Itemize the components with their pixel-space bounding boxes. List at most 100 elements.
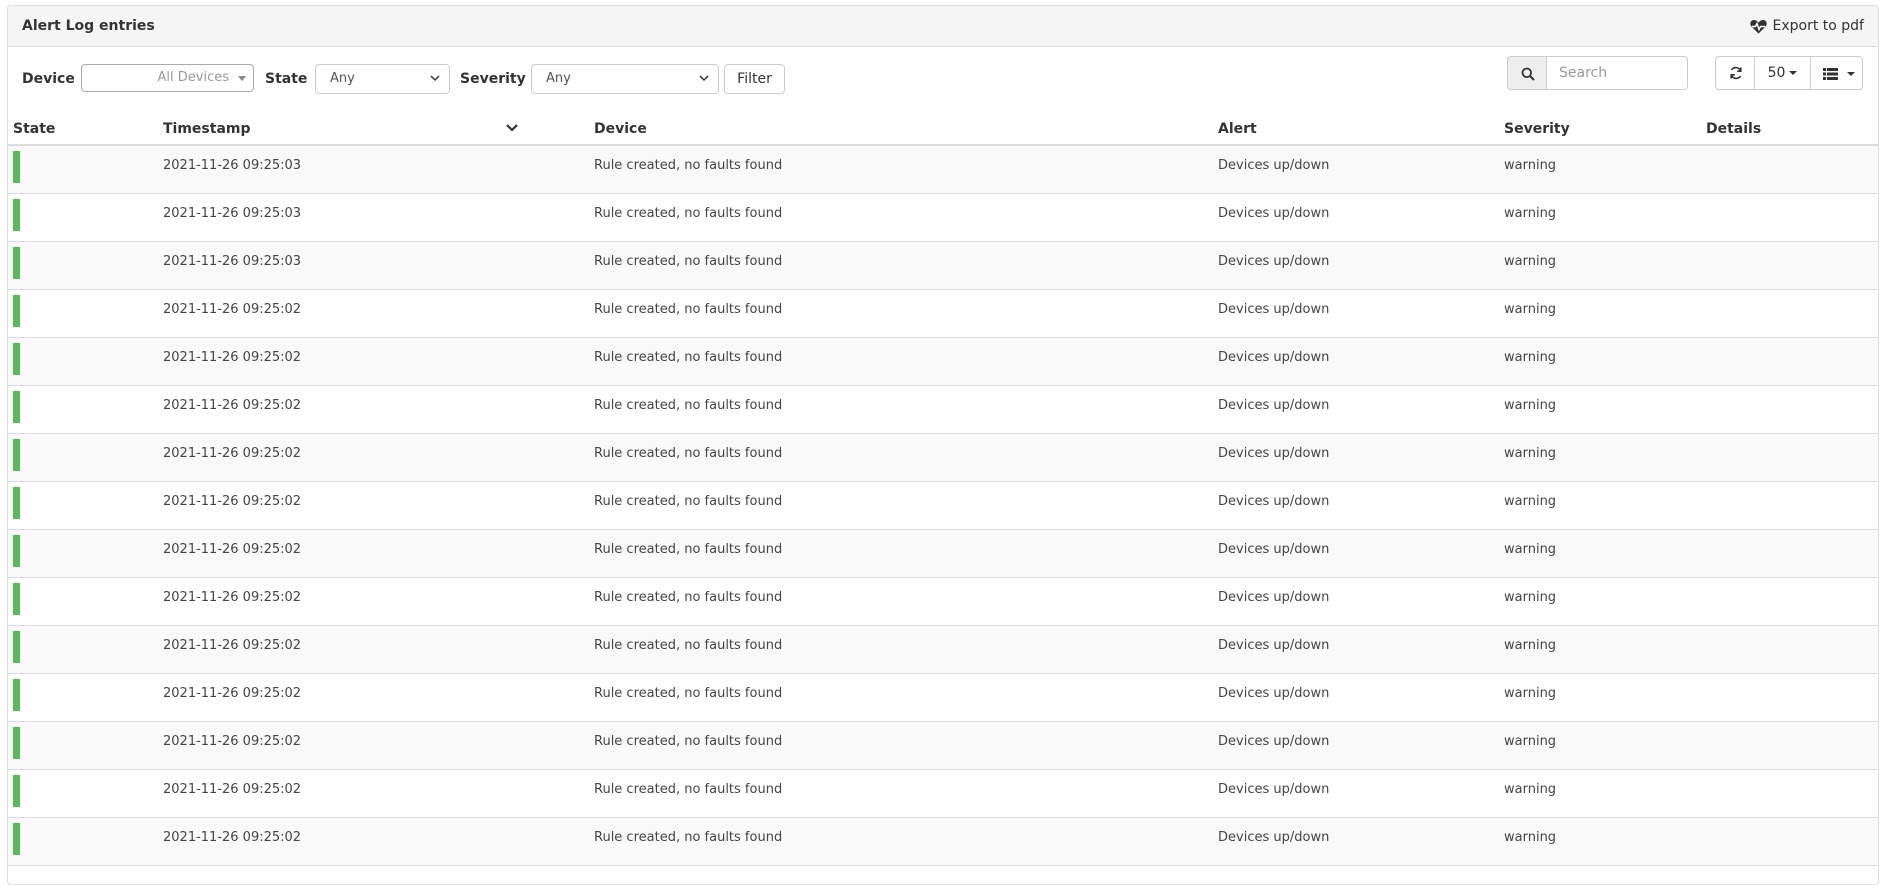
alert-cell-text: Devices up/down xyxy=(1218,302,1330,317)
timestamp-cell-text: 2021-11-26 09:25:02 xyxy=(163,734,302,749)
timestamp-cell-text: 2021-11-26 09:25:02 xyxy=(163,638,302,653)
alert-cell: Devices up/down xyxy=(1218,769,1504,818)
table-row: 2021-11-26 09:25:03 Rule created, no faul… xyxy=(8,241,1878,290)
search-placeholder: Search xyxy=(1559,65,1608,81)
severity-select[interactable]: Any xyxy=(531,64,719,94)
state-indicator xyxy=(13,439,20,471)
timestamp-cell-text: 2021-11-26 09:25:02 xyxy=(163,302,302,317)
timestamp-cell-text: 2021-11-26 09:25:03 xyxy=(163,158,302,173)
alert-cell: Devices up/down xyxy=(1218,721,1504,770)
timestamp-cell-text: 2021-11-26 09:25:02 xyxy=(163,782,302,797)
filter-button[interactable]: Filter xyxy=(724,64,785,94)
details-cell-text xyxy=(1706,626,1878,638)
severity-cell: warning xyxy=(1504,433,1706,482)
severity-cell-text: warning xyxy=(1504,254,1557,269)
severity-cell-text: warning xyxy=(1504,830,1557,845)
device-cell-text: Rule created, no faults found xyxy=(594,350,783,365)
search-input[interactable]: Search xyxy=(1546,56,1688,90)
caret-down-icon xyxy=(238,76,246,81)
severity-cell-text: warning xyxy=(1504,638,1557,653)
alert-cell-text: Devices up/down xyxy=(1218,350,1330,365)
device-label: Device xyxy=(22,71,75,87)
alert-cell-text: Devices up/down xyxy=(1218,398,1330,413)
alert-cell-text: Devices up/down xyxy=(1218,494,1330,509)
table-row: 2021-11-26 09:25:03 Rule created, no faul… xyxy=(8,193,1878,242)
severity-cell: warning xyxy=(1504,289,1706,338)
page-size-value: 50 xyxy=(1767,65,1786,81)
details-cell-text xyxy=(1706,242,1878,254)
search-icon xyxy=(1521,67,1535,81)
panel-title: Alert Log entries xyxy=(22,18,155,34)
refresh-button[interactable] xyxy=(1715,56,1755,90)
severity-cell-text: warning xyxy=(1504,542,1557,557)
details-cell-text xyxy=(1706,578,1878,590)
column-header-details[interactable]: Details xyxy=(1706,113,1878,146)
state-indicator xyxy=(13,679,20,711)
alert-cell-text: Devices up/down xyxy=(1218,638,1330,653)
alert-cell: Devices up/down xyxy=(1218,385,1504,434)
device-select[interactable]: All Devices xyxy=(81,64,254,92)
details-cell xyxy=(1706,337,1878,386)
device-cell: Rule created, no faults found xyxy=(594,433,1218,482)
details-cell xyxy=(1706,385,1878,434)
table-body: 2021-11-26 09:25:03 Rule created, no faul… xyxy=(8,145,1878,866)
timestamp-cell: 2021-11-26 09:25:03 xyxy=(163,193,594,242)
alert-cell: Devices up/down xyxy=(1218,337,1504,386)
timestamp-cell-text: 2021-11-26 09:25:02 xyxy=(163,446,302,461)
state-cell xyxy=(8,817,163,866)
alert-cell-text: Devices up/down xyxy=(1218,446,1330,461)
details-cell xyxy=(1706,721,1878,770)
column-header-severity[interactable]: Severity xyxy=(1504,113,1706,146)
state-select[interactable]: Any xyxy=(315,64,450,94)
state-indicator xyxy=(13,151,20,183)
timestamp-cell: 2021-11-26 09:25:02 xyxy=(163,433,594,482)
state-cell xyxy=(8,769,163,818)
alert-cell-text: Devices up/down xyxy=(1218,590,1330,605)
timestamp-cell: 2021-11-26 09:25:02 xyxy=(163,481,594,530)
alert-cell-text: Devices up/down xyxy=(1218,206,1330,221)
timestamp-cell-text: 2021-11-26 09:25:03 xyxy=(163,254,302,269)
state-indicator xyxy=(13,343,20,375)
device-cell: Rule created, no faults found xyxy=(594,193,1218,242)
timestamp-cell: 2021-11-26 09:25:03 xyxy=(163,145,594,194)
alert-cell: Devices up/down xyxy=(1218,145,1504,194)
severity-cell-text: warning xyxy=(1504,206,1557,221)
timestamp-cell-text: 2021-11-26 09:25:02 xyxy=(163,590,302,605)
alert-cell-text: Devices up/down xyxy=(1218,686,1330,701)
severity-cell: warning xyxy=(1504,721,1706,770)
device-cell: Rule created, no faults found xyxy=(594,673,1218,722)
timestamp-cell-text: 2021-11-26 09:25:02 xyxy=(163,494,302,509)
state-cell xyxy=(8,721,163,770)
device-cell-text: Rule created, no faults found xyxy=(594,398,783,413)
timestamp-cell: 2021-11-26 09:25:02 xyxy=(163,529,594,578)
severity-cell-text: warning xyxy=(1504,158,1557,173)
alert-cell: Devices up/down xyxy=(1218,481,1504,530)
column-header-alert[interactable]: Alert xyxy=(1218,113,1504,146)
state-cell xyxy=(8,289,163,338)
details-cell xyxy=(1706,145,1878,194)
state-indicator xyxy=(13,391,20,423)
alert-cell: Devices up/down xyxy=(1218,673,1504,722)
severity-cell-text: warning xyxy=(1504,446,1557,461)
alert-cell: Devices up/down xyxy=(1218,577,1504,626)
export-pdf-link[interactable]: Export to pdf xyxy=(1749,18,1864,34)
details-cell-text xyxy=(1706,818,1878,830)
state-indicator xyxy=(13,631,20,663)
column-header-state[interactable]: State xyxy=(8,113,163,146)
column-header-device[interactable]: Device xyxy=(594,113,1218,146)
column-header-timestamp[interactable]: Timestamp xyxy=(163,113,594,146)
table-row: 2021-11-26 09:25:02 Rule created, no faul… xyxy=(8,721,1878,770)
caret-down-icon xyxy=(1789,71,1798,75)
chevron-down-icon xyxy=(506,124,518,132)
device-cell-text: Rule created, no faults found xyxy=(594,734,783,749)
alert-cell-text: Devices up/down xyxy=(1218,782,1330,797)
columns-dropdown[interactable] xyxy=(1810,56,1863,90)
table-row: 2021-11-26 09:25:02 Rule created, no faul… xyxy=(8,385,1878,434)
severity-cell-text: warning xyxy=(1504,686,1557,701)
alert-log-table: State Timestamp Device Alert Severity De… xyxy=(8,113,1878,866)
severity-cell: warning xyxy=(1504,337,1706,386)
device-cell-text: Rule created, no faults found xyxy=(594,590,783,605)
table-row: 2021-11-26 09:25:02 Rule created, no faul… xyxy=(8,337,1878,386)
state-cell xyxy=(8,193,163,242)
page-size-dropdown[interactable]: 50 xyxy=(1754,56,1811,90)
